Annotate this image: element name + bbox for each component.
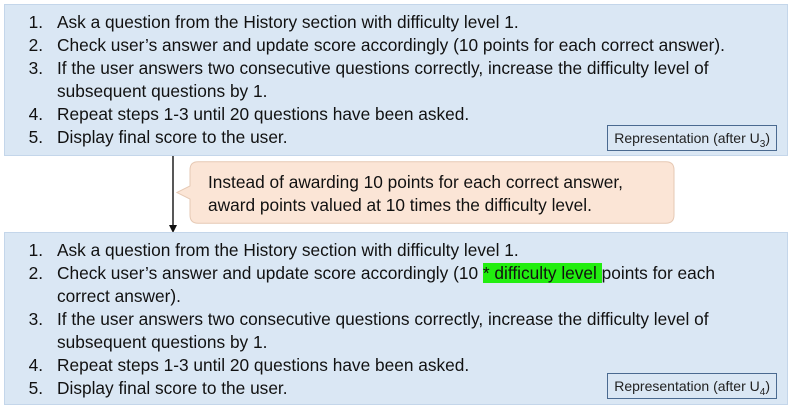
highlighted-change: * difficulty level: [482, 263, 602, 283]
update-instruction: Instead of awarding 10 points for each c…: [208, 171, 678, 217]
label-prefix: Representation (after U: [614, 130, 760, 146]
step-number: 1.: [28, 12, 43, 32]
step-number: 2.: [28, 263, 43, 283]
callout-line: award points valued at 10 times the diff…: [208, 195, 592, 215]
step-text: If the user answers two consecutive ques…: [57, 309, 709, 352]
step-text: Check user’s answer and update score acc…: [57, 35, 725, 55]
step-item: 4. Repeat steps 1-3 until 20 questions h…: [5, 103, 765, 126]
step-item: 2. Check user’s answer and update score …: [5, 34, 765, 57]
step-number: 1.: [28, 240, 43, 260]
label-prefix: Representation (after U: [614, 378, 760, 394]
step-text-before: Check user’s answer and update score acc…: [57, 263, 483, 283]
step-text-modified: Check user’s answer and update score acc…: [57, 262, 765, 308]
step-number: 3.: [28, 309, 43, 329]
step-item: 1. Ask a question from the History secti…: [5, 11, 765, 34]
step-text: Ask a question from the History section …: [57, 12, 519, 32]
step-number: 4.: [28, 355, 43, 375]
representation-panel-u3: 1. Ask a question from the History secti…: [4, 4, 788, 156]
step-item: 1. Ask a question from the History secti…: [5, 239, 765, 262]
step-item: 3. If the user answers two consecutive q…: [5, 308, 765, 354]
step-number: 3.: [28, 58, 43, 78]
callout-line: Instead of awarding 10 points for each c…: [208, 172, 623, 192]
representation-label-u3: Representation (after U3): [607, 125, 777, 151]
label-suffix: ): [765, 378, 770, 394]
step-number: 5.: [28, 378, 43, 398]
step-number: 5.: [28, 127, 43, 147]
step-item: 3. If the user answers two consecutive q…: [5, 57, 765, 103]
step-text: Repeat steps 1-3 until 20 questions have…: [57, 104, 470, 124]
representation-label-u4: Representation (after U4): [607, 373, 777, 399]
label-suffix: ): [765, 130, 770, 146]
step-text: If the user answers two consecutive ques…: [57, 58, 709, 101]
step-number: 4.: [28, 104, 43, 124]
step-text: Ask a question from the History section …: [57, 240, 519, 260]
representation-panel-u4: 1. Ask a question from the History secti…: [4, 232, 788, 405]
step-item: 2. Check user’s answer and update score …: [5, 262, 765, 308]
step-number: 2.: [28, 35, 43, 55]
